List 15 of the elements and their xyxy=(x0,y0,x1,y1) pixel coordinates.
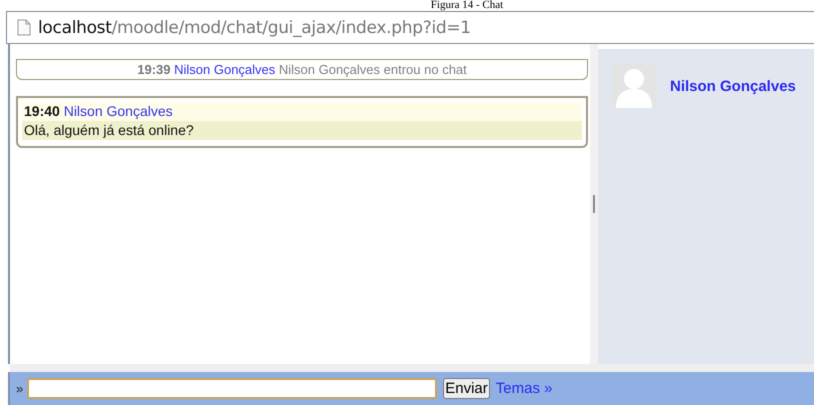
address-bar[interactable]: localhost/moodle/mod/chat/gui_ajax/index.php?id=1 xyxy=(6,11,814,44)
figure-caption: Figura 14 - Chat xyxy=(430,0,504,11)
page-icon xyxy=(17,19,31,36)
system-message: 19:39 Nilson Gonçalves Nilson Gonçalves entrou no chat xyxy=(16,59,588,80)
url-text: localhost/moodle/mod/chat/gui_ajax/index.php?id=1 xyxy=(38,18,471,38)
themes-link[interactable]: Temas » xyxy=(496,380,552,397)
message-input[interactable] xyxy=(27,378,438,399)
message-text: Olá, alguém já está online? xyxy=(22,121,582,140)
message-author: Nilson Gonçalves xyxy=(64,103,173,119)
splitter-handle[interactable] xyxy=(593,195,595,213)
avatar-icon xyxy=(612,64,656,108)
prompt-sign: » xyxy=(16,381,24,396)
user-name[interactable]: Nilson Gonçalves xyxy=(670,78,796,94)
send-button[interactable]: Enviar xyxy=(443,378,490,399)
message-time: 19:40 xyxy=(24,103,60,119)
